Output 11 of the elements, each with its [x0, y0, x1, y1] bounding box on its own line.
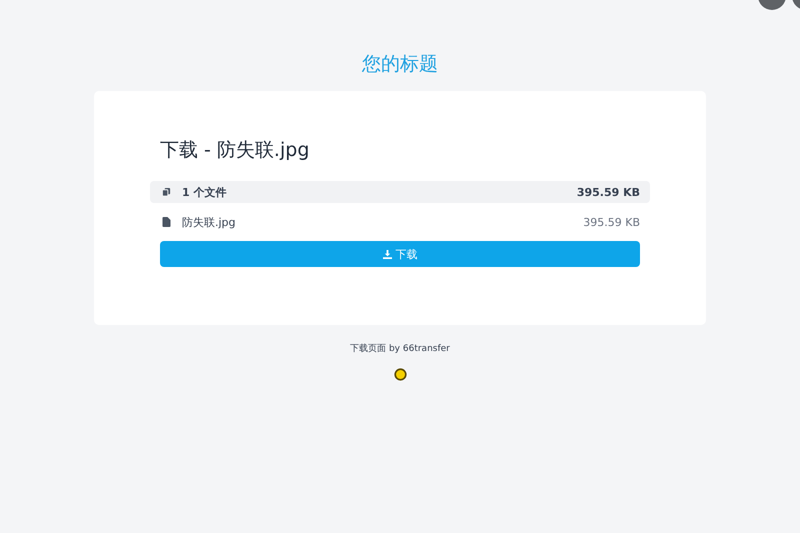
file-size: 395.59 KB: [583, 216, 640, 228]
copy-icon: [162, 187, 171, 197]
footer-text: 下载页面 by 66transfer: [350, 342, 450, 355]
file-name: 防失联.jpg: [182, 214, 237, 230]
download-icon: [382, 250, 392, 258]
file-count: 1 个文件: [182, 184, 228, 200]
total-size: 395.59 KB: [576, 186, 640, 198]
download-button[interactable]: 下载: [160, 241, 640, 267]
file-icon: [162, 217, 171, 227]
file-heading: 下载 - 防失联.jpg: [160, 138, 310, 163]
page-title: 您的标题: [362, 52, 438, 77]
